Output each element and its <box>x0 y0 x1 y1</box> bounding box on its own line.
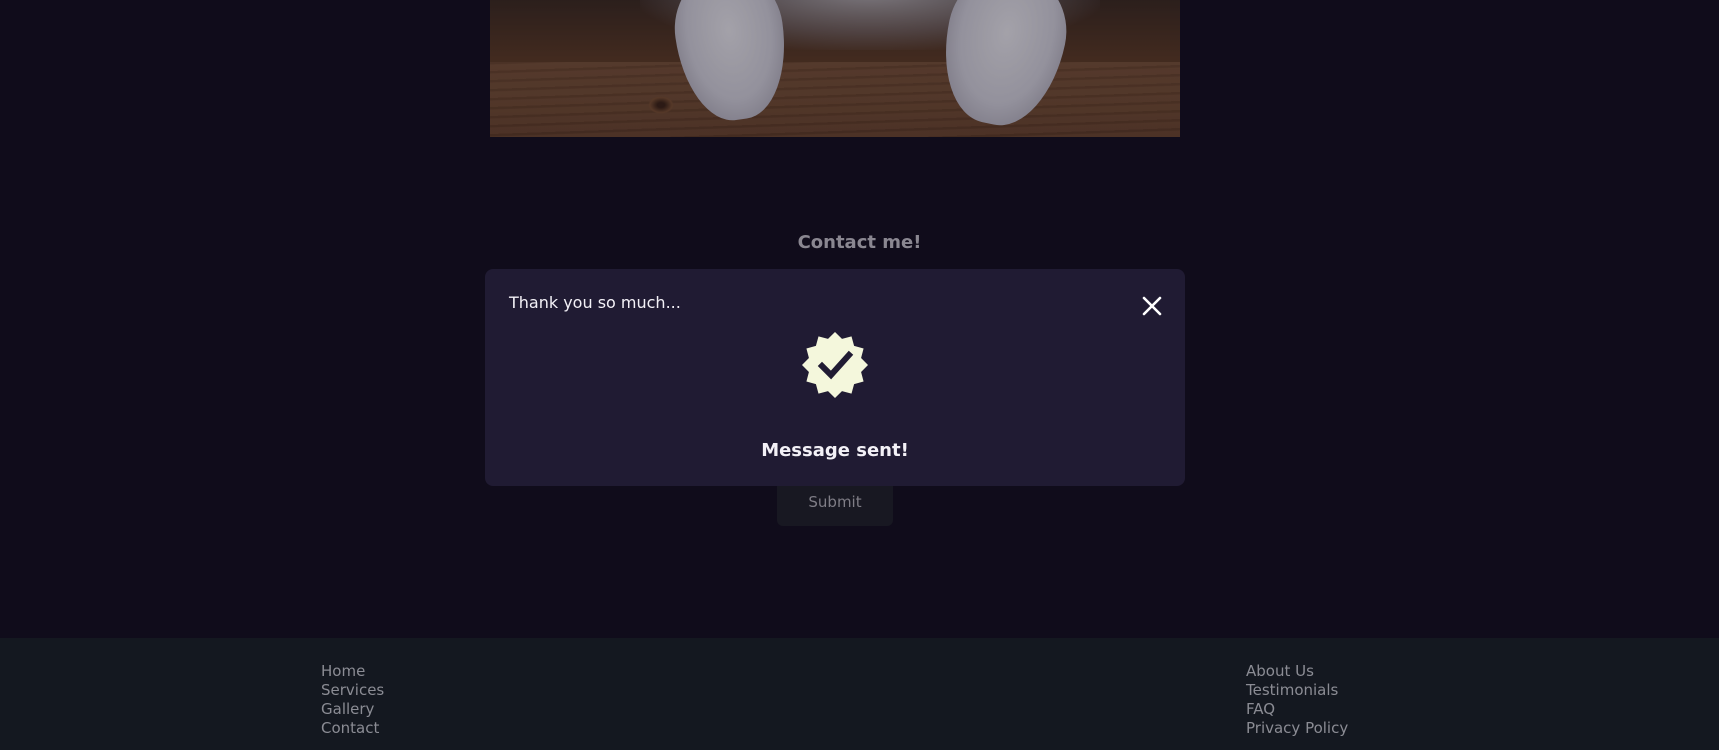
page: Contact me! Submit Thank you so much... … <box>0 0 1719 750</box>
modal-title: Thank you so much... <box>509 293 681 312</box>
footer-link-faq[interactable]: FAQ <box>1246 700 1348 719</box>
footer-link-text[interactable]: FAQ <box>1246 700 1275 718</box>
footer-link-services[interactable]: Services <box>321 681 384 700</box>
footer-link-text[interactable]: Contact <box>321 719 379 737</box>
footer-link-text[interactable]: Home <box>321 662 365 680</box>
footer-link-privacy-policy[interactable]: Privacy Policy <box>1246 719 1348 738</box>
footer-link-text[interactable]: About Us <box>1246 662 1314 680</box>
close-button[interactable] <box>1139 293 1165 319</box>
footer-link-home[interactable]: Home <box>321 662 384 681</box>
footer-link-text[interactable]: Services <box>321 681 384 699</box>
contact-heading: Contact me! <box>797 232 922 253</box>
success-modal: Thank you so much... Message sent! <box>485 269 1185 486</box>
footer-link-text[interactable]: Privacy Policy <box>1246 719 1348 737</box>
close-icon <box>1142 296 1162 316</box>
footer-nav-left: Home Services Gallery Contact <box>321 662 384 738</box>
modal-message: Message sent! <box>761 440 909 461</box>
image-overlay <box>490 0 1180 137</box>
footer-link-about-us[interactable]: About Us <box>1246 662 1348 681</box>
hero-image <box>490 0 1180 137</box>
footer-link-testimonials[interactable]: Testimonials <box>1246 681 1348 700</box>
footer-link-gallery[interactable]: Gallery <box>321 700 384 719</box>
footer-link-text[interactable]: Testimonials <box>1246 681 1338 699</box>
footer-nav-right: About Us Testimonials FAQ Privacy Policy <box>1246 662 1348 738</box>
footer-link-text[interactable]: Gallery <box>321 700 374 718</box>
footer-link-contact[interactable]: Contact <box>321 719 384 738</box>
footer: Home Services Gallery Contact About Us T… <box>0 638 1719 750</box>
verified-badge-icon <box>802 332 868 398</box>
